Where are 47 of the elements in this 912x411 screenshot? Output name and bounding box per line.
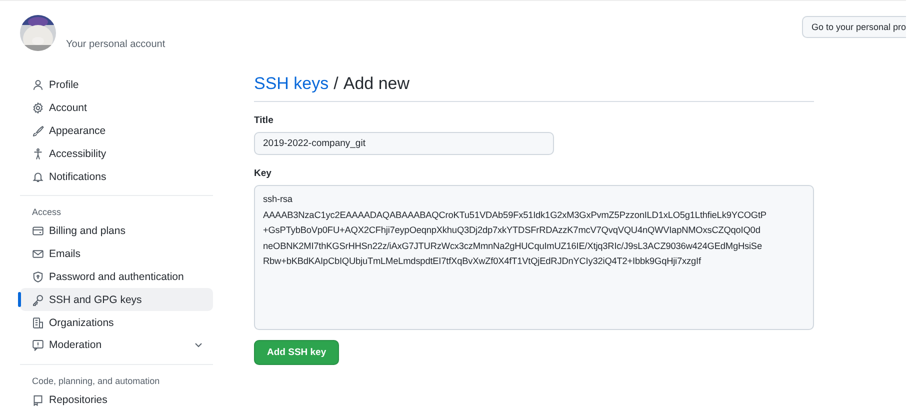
credit-card-icon <box>32 225 44 238</box>
sidebar-item[interactable]: Profile <box>20 74 213 97</box>
item-label: Emails <box>49 248 81 260</box>
item-label: Billing and plans <box>49 225 126 238</box>
page-title: Add new <box>343 74 410 94</box>
building-icon <box>32 316 44 329</box>
sidebar-item[interactable]: Moderation <box>20 334 213 357</box>
account-subtitle: Your personal account <box>66 39 166 50</box>
title-field[interactable]: 2019-2022-company_git <box>254 132 554 155</box>
field-label: Title <box>254 115 274 126</box>
section-heading: Access <box>31 206 62 219</box>
sidebar-item[interactable]: SSH and GPG keys <box>20 288 213 312</box>
sidebar-item[interactable]: Password and authentication <box>20 266 213 288</box>
sidebar-item[interactable]: Notifications <box>20 165 213 188</box>
item-label: Notifications <box>49 170 106 183</box>
report-icon <box>32 339 44 352</box>
key-field[interactable]: ssh-rsa AAAAB3NzaC1yc2EAAAADAQABAAABAQCroKTu51VDAb59Fx51Idk1G2xM3GxPvmZ5PzzonILD1xLO5g1LthfieLk9YCOGtP +GsPTybBoVp0FU+AQX2CFhji7eypOeqnpXkhuQ3Dj2dp7xkYTDSFrRDAzzK7mcV7QvqVQU4nQWVIapNMOxsCZQqoIQ0d neOBNK2MI7thKGSrHHSn22z/iAxG7JTURzWcx3czMmnNa2gHUCquImUZ16IE/Xtjq3RIc/J9sL3ACZ9036w424GEdMgHsiSe Rbw+bKBdKAIpCbIQUbjuTmLMeLmdspdtEI7tfXqBvXwZf0X4fT1VtQjEdRJDnYCIy32iQ4T2+Ibbk9GqHji7xzgIf <box>254 185 814 330</box>
sidebar-item[interactable]: Accessibility <box>20 142 213 166</box>
section-heading: Code, planning, and automation <box>31 374 161 388</box>
person-icon <box>32 79 44 92</box>
ssh-keys-link[interactable]: SSH keys <box>254 74 329 94</box>
repository-icon <box>32 394 44 406</box>
bell-icon <box>32 170 44 183</box>
profile-button[interactable]: Go to your personal pro <box>802 16 906 38</box>
envelope-icon <box>32 248 44 260</box>
item-label: Repositories <box>49 394 108 406</box>
item-label: SSH and GPG keys <box>49 294 142 306</box>
item-label: Moderation <box>49 339 102 352</box>
item-label: Organizations <box>49 316 114 329</box>
item-label: Account <box>49 102 87 114</box>
key-icon <box>32 294 44 306</box>
field-label: Key <box>254 168 272 179</box>
sidebar-item[interactable]: Billing and plans <box>20 220 213 243</box>
item-label: Appearance <box>49 124 106 137</box>
breadcrumb-separator: / <box>334 74 338 94</box>
item-label: Accessibility <box>49 148 106 160</box>
sidebar-item[interactable]: Emails <box>20 242 213 266</box>
item-label: Password and authentication <box>49 270 184 283</box>
sidebar-item[interactable]: Organizations <box>20 311 213 334</box>
gear-icon <box>32 102 44 114</box>
sidebar-item[interactable]: Account <box>20 96 213 120</box>
accessibility-icon <box>32 148 44 160</box>
paintbrush-icon <box>32 124 44 137</box>
shield-icon <box>32 270 44 283</box>
sidebar-item[interactable]: Repositories <box>20 388 213 411</box>
sidebar-item[interactable]: Appearance <box>20 120 213 142</box>
item-label: Profile <box>49 79 79 92</box>
